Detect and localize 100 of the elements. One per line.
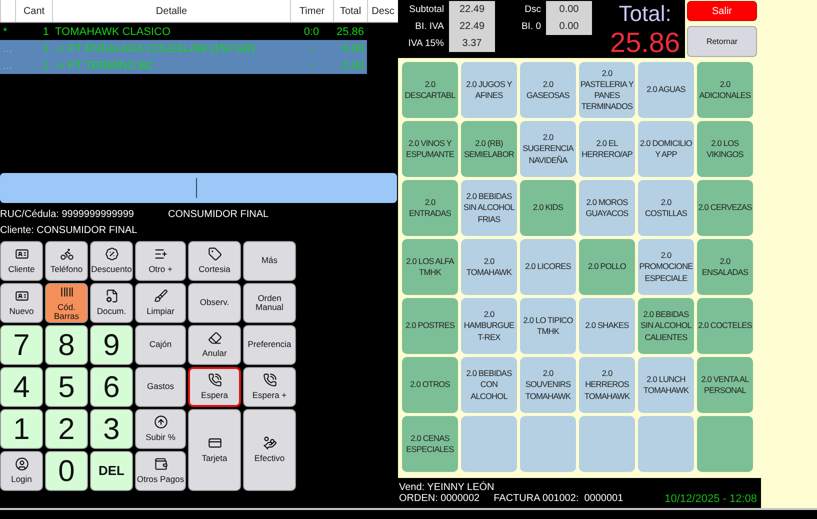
category-button[interactable]: 2.0 VINOS Y ESPUMANTE: [402, 121, 458, 177]
category-button[interactable]: [697, 416, 753, 472]
category-button[interactable]: 2.0 ENTRADAS: [402, 180, 458, 236]
category-button[interactable]: 2.0 ADICIONALES: [697, 62, 753, 118]
category-button[interactable]: 2.0 POSTRES: [402, 298, 458, 354]
keypad-button[interactable]: Cortesia: [188, 241, 241, 281]
category-button[interactable]: 2.0 GASEOSAS: [520, 62, 576, 118]
keypad-button[interactable]: Otros Pagos: [135, 451, 186, 491]
keypad-button[interactable]: Limpiar: [135, 283, 186, 323]
return-button[interactable]: Retornar: [687, 26, 757, 57]
keypad-button[interactable]: 8: [45, 325, 88, 365]
keypad-button[interactable]: Subir %: [135, 409, 186, 449]
category-button[interactable]: 2.0 HAMBURGUE T-REX: [461, 298, 517, 354]
category-button[interactable]: 2.0 LUNCH TOMAHAWK: [638, 357, 694, 413]
keypad-button[interactable]: Espera: [188, 367, 241, 407]
keypad-button[interactable]: Nuevo: [0, 283, 43, 323]
keypad-button[interactable]: 7: [0, 325, 43, 365]
exit-button[interactable]: Salir: [687, 1, 757, 21]
keypad-button[interactable]: 6: [90, 367, 133, 407]
keypad-button[interactable]: Espera +: [243, 367, 296, 407]
category-button[interactable]: [579, 416, 635, 472]
category-button[interactable]: 2.0 LOS ALFA TMHK: [402, 239, 458, 295]
keypad-button[interactable]: Otro +: [135, 241, 186, 281]
category-button[interactable]: [461, 416, 517, 472]
keypad-button[interactable]: 5: [45, 367, 88, 407]
keypad-button[interactable]: Tarjeta: [188, 409, 241, 491]
category-button[interactable]: 2.0 PROMOCIONE ESPECIALE: [638, 239, 694, 295]
category-button[interactable]: [638, 416, 694, 472]
item-cell-text: -> PT TERMINO BC: [54, 58, 155, 74]
category-button[interactable]: 2.0 ENSALADAS: [697, 239, 753, 295]
category-button[interactable]: 2.0 AGUAS: [638, 62, 694, 118]
tag-icon: [208, 247, 222, 262]
keypad-button[interactable]: 0: [45, 451, 88, 491]
keypad-button[interactable]: Observ.: [188, 283, 241, 323]
percent-badge-icon: [104, 247, 118, 262]
keypad-button[interactable]: Descuento: [90, 241, 133, 281]
totals-value: 0.00: [546, 1, 592, 18]
keypad-button[interactable]: Cliente: [0, 241, 43, 281]
keypad-button[interactable]: Anular: [188, 325, 241, 365]
keypad-button[interactable]: 1: [0, 409, 43, 449]
column-header: Cant: [15, 0, 52, 22]
category-button[interactable]: 2.0 (RB) SEMIELABOR: [461, 121, 517, 177]
category-button[interactable]: 2.0 JUGOS Y AFINES: [461, 62, 517, 118]
category-button[interactable]: 2.0 DOMICILIO Y APP: [638, 121, 694, 177]
keypad-button[interactable]: Orden Manual: [243, 283, 296, 323]
totals-label: BI. IVA: [414, 20, 444, 34]
category-button[interactable]: 2.0 COCTELES: [697, 298, 753, 354]
category-button[interactable]: 2.0 TOMAHAWK: [461, 239, 517, 295]
category-button[interactable]: 2.0 LICORES: [520, 239, 576, 295]
keypad-button[interactable]: 3: [90, 409, 133, 449]
vendor-label: Vend: YEINNY LEÓN: [399, 482, 494, 492]
keypad-button[interactable]: Docum.: [90, 283, 133, 323]
category-button[interactable]: 2.0 EL HERRERO/AP: [579, 121, 635, 177]
category-button[interactable]: 2.0 BEBIDAS SIN ALCOHOL FRIAS: [461, 180, 517, 236]
category-button[interactable]: 2.0 SOUVENIRS TOMAHAWK: [520, 357, 576, 413]
totals-value: 22.49: [449, 1, 495, 18]
category-button[interactable]: 2.0 MOROS GUAYACOS: [579, 180, 635, 236]
row-marker: *: [2, 24, 8, 40]
keypad-button[interactable]: Preferencia: [243, 325, 296, 365]
category-button[interactable]: 2.0 OTROS: [402, 357, 458, 413]
keypad-button[interactable]: Cód. Barras: [45, 283, 88, 323]
totals-label: IVA 15%: [407, 37, 444, 51]
category-button[interactable]: 2.0 PASTELERIA Y PANES TERMINADOS: [579, 62, 635, 118]
category-button[interactable]: [520, 416, 576, 472]
category-button[interactable]: 2.0 POLLO: [579, 239, 635, 295]
order-number: ORDEN: 0000002: [399, 493, 480, 504]
category-button[interactable]: 2.0 KIDS: [520, 180, 576, 236]
category-button[interactable]: 2.0 SHAKES: [579, 298, 635, 354]
category-button[interactable]: 2.0 LO TIPICO TMHK: [520, 298, 576, 354]
keypad-button[interactable]: DEL: [90, 451, 133, 491]
keypad-button[interactable]: Más: [243, 241, 296, 281]
category-button[interactable]: 2.0 BEBIDAS SIN ALCOHOL CALIENTES: [638, 298, 694, 354]
category-button[interactable]: 2.0 CENAS ESPECIALES: [402, 416, 458, 472]
input-field[interactable]: [0, 173, 397, 203]
category-button[interactable]: 2.0 DESCARTABL: [402, 62, 458, 118]
category-button[interactable]: 2.0 VENTA AL PERSONAL: [697, 357, 753, 413]
keypad-button[interactable]: Gastos: [135, 367, 186, 407]
quantity-cell-text: 1: [42, 24, 50, 40]
brush-icon: [154, 289, 168, 304]
keypad-button[interactable]: Cajón: [135, 325, 186, 365]
phone-call-icon: [208, 373, 222, 388]
category-button[interactable]: 2.0 CERVEZAS: [697, 180, 753, 236]
quantity-cell-text: 1: [42, 58, 50, 74]
category-button[interactable]: 2.0 LOS VIKINGOS: [697, 121, 753, 177]
id-card-icon: [14, 289, 28, 304]
category-button[interactable]: 2.0 BEBIDAS CON ALCOHOL: [461, 357, 517, 413]
client-label: Cliente: CONSUMIDOR FINAL: [0, 224, 138, 236]
keypad-button[interactable]: Efectivo: [243, 409, 296, 491]
keypad-button[interactable]: 9: [90, 325, 133, 365]
totals-value: 3.37: [449, 35, 495, 52]
keypad-button[interactable]: Teléfono: [45, 241, 88, 281]
keypad-button[interactable]: 2: [45, 409, 88, 449]
category-button[interactable]: 2.0 COSTILLAS: [638, 180, 694, 236]
category-button[interactable]: 2.0 HERREROS TOMAHAWK: [579, 357, 635, 413]
item-cell-text: TOMAHAWK CLASICO: [54, 24, 172, 40]
total-label: Total:: [618, 1, 672, 27]
total-amount: 25.86: [610, 27, 680, 59]
category-button[interactable]: 2.0 SUGERENCIA NAVIDEÑA: [520, 121, 576, 177]
keypad-button[interactable]: Login: [0, 451, 43, 491]
keypad-button[interactable]: 4: [0, 367, 43, 407]
